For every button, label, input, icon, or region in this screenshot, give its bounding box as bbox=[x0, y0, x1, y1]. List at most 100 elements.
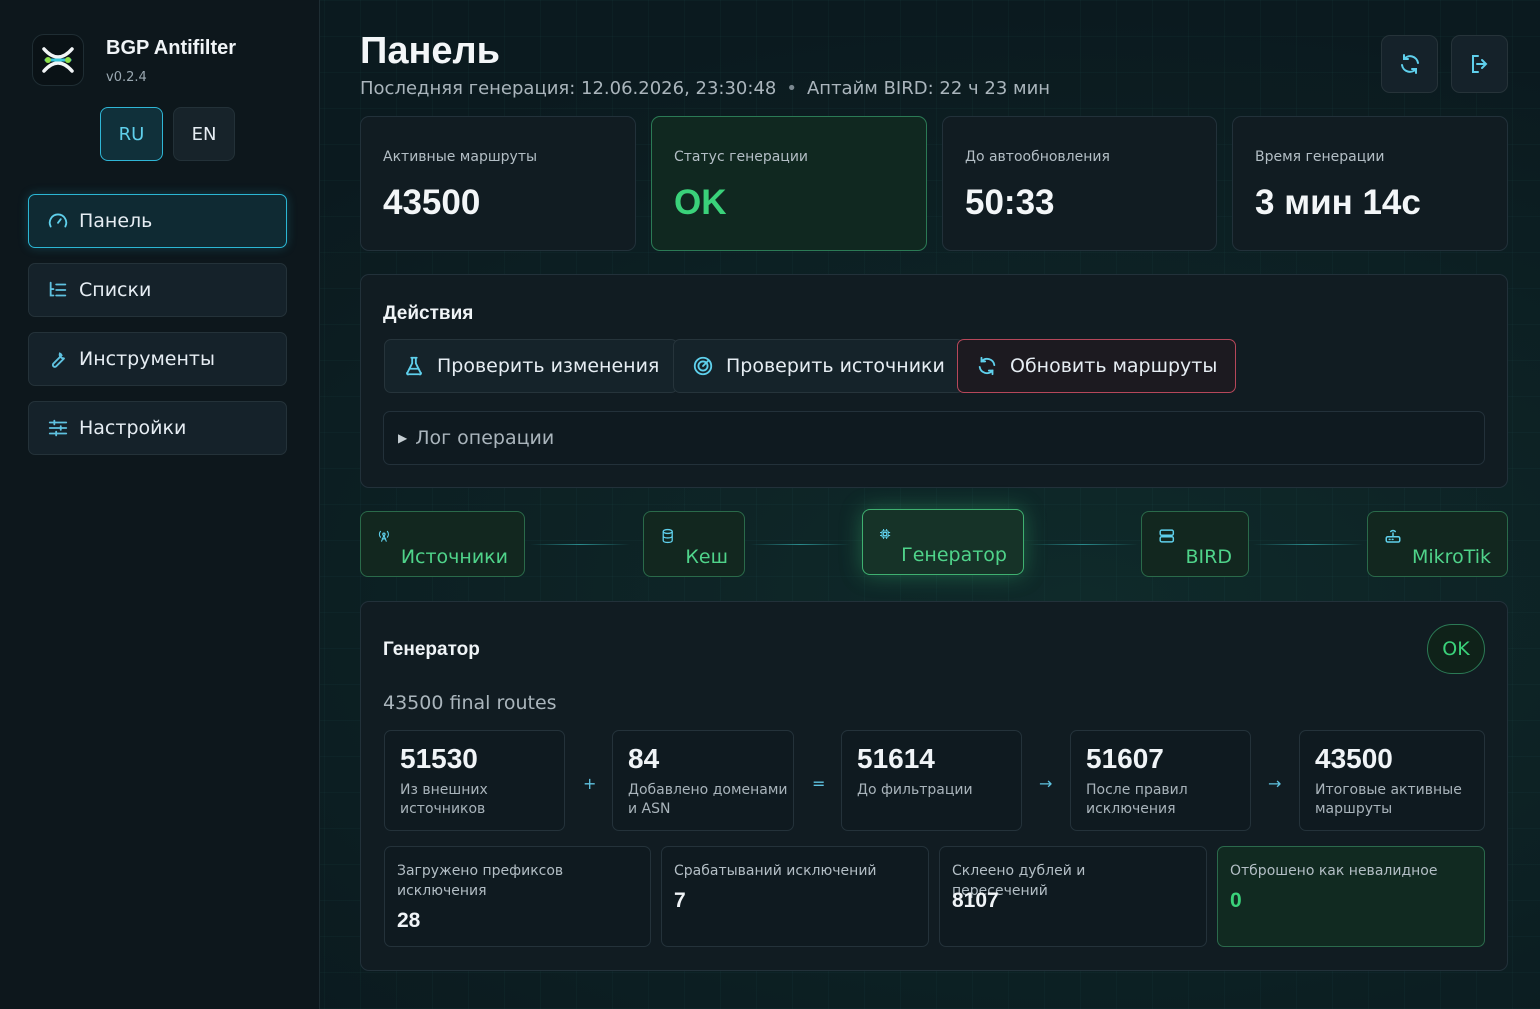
stat-value: 50:33 bbox=[965, 183, 1055, 222]
flow-label: Из внешних источников bbox=[400, 782, 488, 817]
cpu-icon bbox=[880, 528, 891, 540]
metric-value: 8107 bbox=[952, 889, 999, 912]
metric-merged-duplicates: Склеено дублей и пересечений 8107 bbox=[939, 846, 1207, 947]
generator-summary: 43500 final routes bbox=[383, 692, 557, 714]
metric-value: 28 bbox=[397, 909, 421, 932]
metric-exclusion-prefixes: Загружено префиксов исключения 28 bbox=[384, 846, 651, 947]
metric-label: Срабатываний исключений bbox=[674, 863, 877, 879]
refresh-icon bbox=[978, 356, 996, 376]
generator-status-badge: OK bbox=[1427, 624, 1485, 674]
flow-value: 51530 bbox=[400, 743, 478, 774]
node-label: Кеш bbox=[685, 546, 728, 568]
node-label: MikroTik bbox=[1412, 546, 1491, 568]
pipeline-node-bird[interactable]: BIRD bbox=[1141, 511, 1249, 577]
nav-label: Панель bbox=[79, 210, 153, 232]
flow-value: 84 bbox=[628, 743, 660, 774]
brand: BGP Antifilter v0.2.4 bbox=[32, 34, 236, 86]
logout-button[interactable] bbox=[1451, 35, 1508, 93]
node-label: Источники bbox=[400, 546, 508, 568]
flow-operator: → bbox=[1268, 774, 1282, 793]
app-name: BGP Antifilter bbox=[106, 37, 237, 59]
metric-value: 0 bbox=[1230, 889, 1242, 912]
metric-label: Загружено префиксов исключения bbox=[397, 863, 564, 899]
nav-label: Инструменты bbox=[79, 348, 215, 370]
list-icon bbox=[49, 281, 67, 297]
flow-label: Итоговые активные маршруты bbox=[1315, 782, 1462, 817]
stat-value: 3 мин 14с bbox=[1255, 183, 1421, 222]
stat-card-generation-time: Время генерации 3 мин 14с bbox=[1232, 116, 1508, 251]
stat-label: Активные маршруты bbox=[383, 149, 538, 165]
stat-label: Время генерации bbox=[1255, 149, 1385, 165]
button-label: Проверить источники bbox=[726, 355, 945, 377]
flask-icon bbox=[406, 356, 422, 376]
button-label: Проверить изменения bbox=[437, 355, 660, 377]
stat-label: Статус генерации bbox=[674, 149, 809, 165]
pipeline-connector bbox=[1028, 544, 1138, 545]
node-label: BIRD bbox=[1185, 546, 1232, 568]
gauge-icon bbox=[48, 213, 68, 228]
stat-label: До автообновления bbox=[965, 149, 1110, 165]
server-icon bbox=[1159, 529, 1175, 543]
router-icon bbox=[1385, 529, 1401, 543]
antenna-icon bbox=[378, 530, 389, 542]
generator-panel: Генератор OK 43500 final routes 51530 Из… bbox=[360, 601, 1508, 971]
app-logo-icon bbox=[32, 34, 84, 86]
bird-uptime: Аптайм BIRD: 22 ч 23 мин bbox=[806, 78, 1051, 99]
nav-label: Настройки bbox=[79, 417, 187, 439]
database-icon bbox=[662, 528, 673, 544]
flow-label: После правил исключения bbox=[1086, 782, 1188, 817]
update-routes-button[interactable]: Обновить маршруты bbox=[957, 339, 1237, 393]
radar-icon bbox=[693, 356, 713, 376]
pipeline-node-mikrotik[interactable]: MikroTik bbox=[1367, 511, 1508, 577]
flow-operator: = bbox=[812, 774, 826, 793]
flow-card-final: 43500 Итоговые активные маршруты bbox=[1299, 730, 1485, 831]
metric-exclusion-hits: Срабатываний исключений 7 bbox=[661, 846, 929, 947]
nav-settings[interactable]: Настройки bbox=[28, 401, 287, 455]
stat-card-active-routes: Активные маршруты 43500 bbox=[360, 116, 636, 251]
actions-title: Действия bbox=[383, 303, 474, 324]
pipeline-node-generator[interactable]: Генератор bbox=[862, 509, 1024, 575]
lang-ru-button[interactable]: RU bbox=[100, 107, 163, 161]
check-changes-button[interactable]: Проверить изменения bbox=[384, 339, 679, 393]
sidebar: BGP Antifilter v0.2.4 RU EN Панель Списк… bbox=[0, 0, 320, 1009]
metric-dropped-invalid: Отброшено как невалидное 0 bbox=[1217, 846, 1485, 947]
nav-lists[interactable]: Списки bbox=[28, 263, 287, 317]
flow-label: До фильтрации bbox=[857, 782, 973, 798]
flow-card-before-filter: 51614 До фильтрации bbox=[841, 730, 1022, 831]
page-subtitle: Последняя генерация: 12.06.2026, 23:30:4… bbox=[360, 78, 1050, 99]
lang-en-button[interactable]: EN bbox=[173, 107, 235, 161]
pipeline-connector bbox=[530, 544, 630, 545]
flow-value: 51607 bbox=[1086, 743, 1164, 774]
nav-tools[interactable]: Инструменты bbox=[28, 332, 287, 386]
flow-operator: → bbox=[1039, 774, 1053, 793]
flow-label: Добавлено доменами и ASN bbox=[628, 782, 788, 817]
nav-label: Списки bbox=[79, 279, 152, 301]
logout-icon bbox=[1471, 55, 1487, 73]
metric-label: Отброшено как невалидное bbox=[1230, 863, 1438, 879]
stat-card-generation-status: Статус генерации OK bbox=[651, 116, 927, 251]
stat-card-autoupdate: До автообновления 50:33 bbox=[942, 116, 1217, 251]
actions-panel: Действия Проверить изменения Проверить и… bbox=[360, 274, 1508, 488]
flow-operator: + bbox=[583, 774, 597, 793]
wrench-icon bbox=[51, 352, 66, 368]
operation-log-toggle[interactable]: ▶ Лог операции bbox=[383, 411, 1485, 465]
node-label: Генератор bbox=[901, 544, 1007, 566]
flow-card-added: 84 Добавлено доменами и ASN bbox=[612, 730, 794, 831]
flow-value: 43500 bbox=[1315, 743, 1393, 774]
separator-dot: • bbox=[786, 78, 797, 99]
nav-dashboard[interactable]: Панель bbox=[28, 194, 287, 248]
flow-card-after-exclusions: 51607 После правил исключения bbox=[1070, 730, 1251, 831]
check-sources-button[interactable]: Проверить источники bbox=[673, 339, 964, 393]
pipeline-node-cache[interactable]: Кеш bbox=[643, 511, 745, 577]
log-label: Лог операции bbox=[415, 427, 555, 449]
app-version: v0.2.4 bbox=[106, 70, 147, 85]
last-generation: Последняя генерация: 12.06.2026, 23:30:4… bbox=[360, 78, 777, 99]
pipeline-node-sources[interactable]: Источники bbox=[360, 511, 525, 577]
stat-value: 43500 bbox=[383, 183, 481, 222]
pipeline-connector bbox=[1253, 544, 1363, 545]
stat-value: OK bbox=[674, 183, 727, 222]
button-label: Обновить маршруты bbox=[1010, 355, 1218, 377]
refresh-button[interactable] bbox=[1381, 35, 1438, 93]
flow-value: 51614 bbox=[857, 743, 935, 774]
page-title: Панель bbox=[360, 30, 501, 72]
